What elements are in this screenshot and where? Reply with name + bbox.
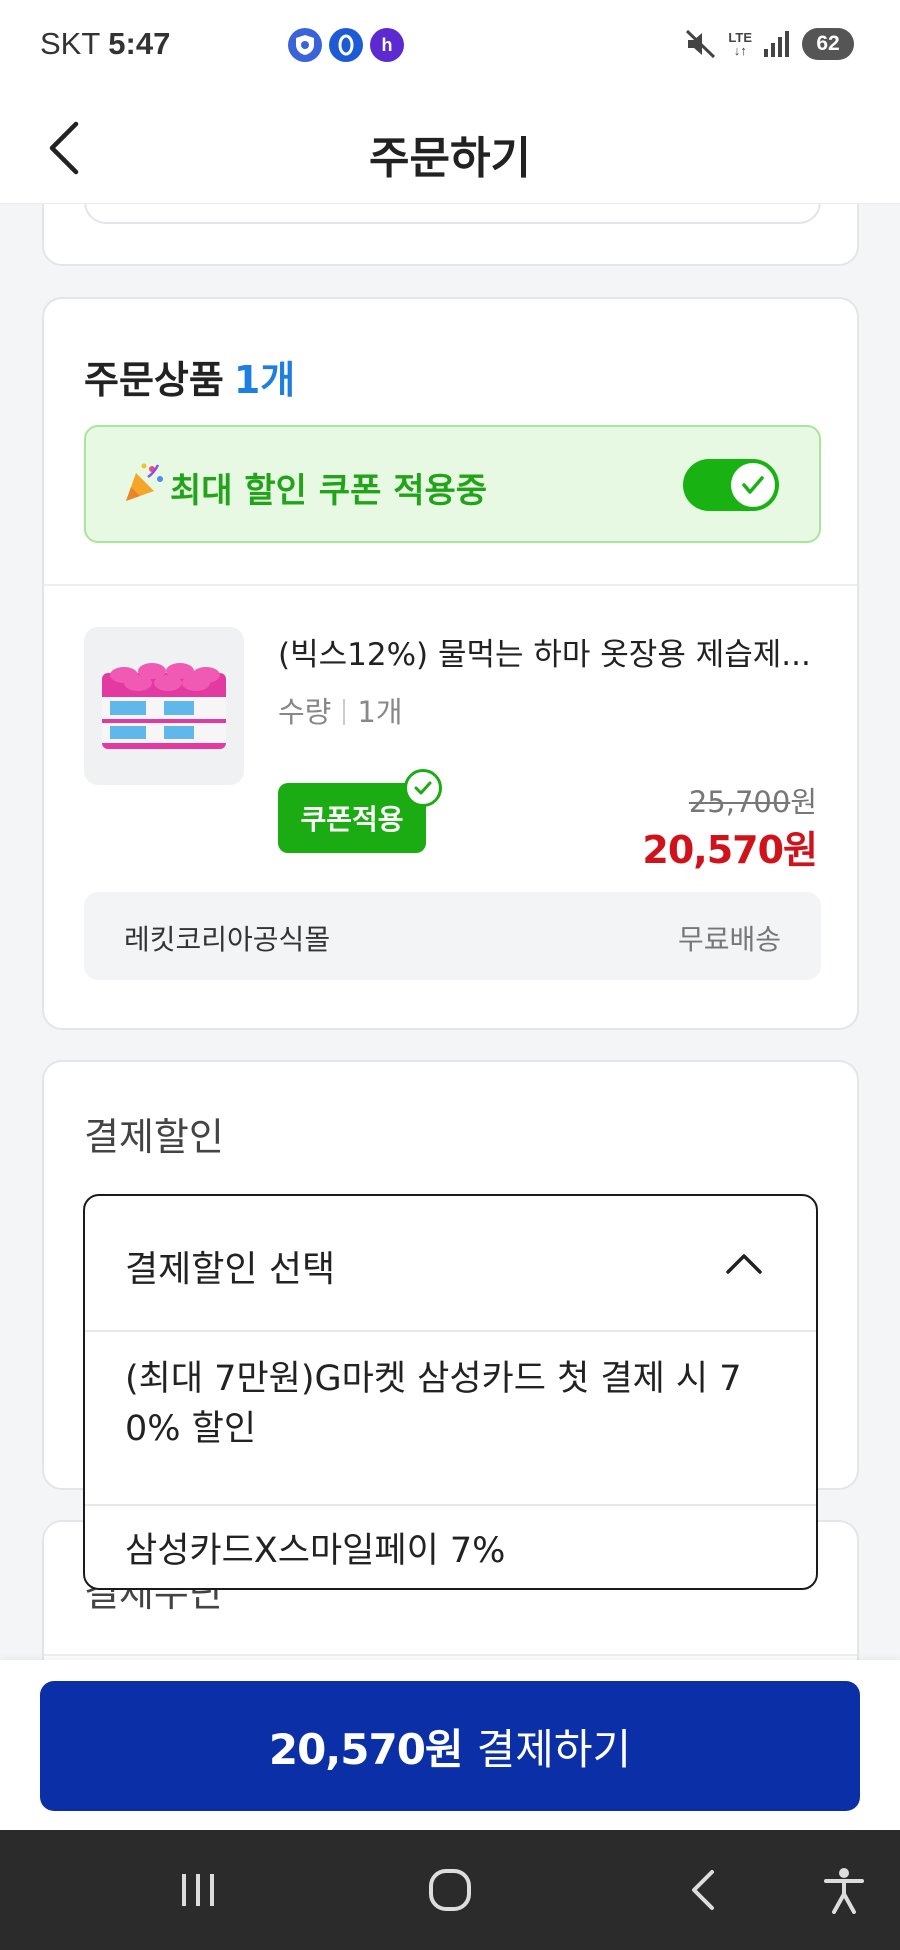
coupon-badge-label: 쿠폰적용	[300, 803, 404, 836]
party-popper-icon	[126, 463, 163, 501]
network-type: LTE ↓↑	[728, 31, 752, 57]
accessibility-icon	[824, 1868, 864, 1914]
bottom-action-area: 20,570원 결제하기	[0, 1660, 900, 1830]
order-items-card: 주문상품 1개 최대 할인 쿠폰 적용중 (빅스12%) 물먹는 하마 옷장용 …	[42, 297, 859, 1030]
order-items-title: 주문상품 1개	[84, 349, 295, 404]
product-image[interactable]	[84, 627, 244, 785]
original-price: 25,700원	[689, 779, 817, 821]
product-name[interactable]: (빅스12%) 물먹는 하마 옷장용 제습제...	[278, 629, 823, 674]
quantity-value: 1개	[357, 695, 403, 729]
accessibility-button[interactable]	[814, 1860, 874, 1920]
divider	[44, 584, 857, 586]
check-icon	[742, 476, 764, 494]
home-button[interactable]	[420, 1860, 480, 1920]
order-items-count: 1개	[233, 358, 296, 402]
payment-discount-title: 결제할인	[84, 1115, 224, 1159]
order-items-label: 주문상품	[84, 358, 224, 402]
coupon-banner-text: 최대 할인 쿠폰 적용중	[170, 471, 488, 511]
status-carrier: SKT 5:47	[40, 26, 170, 62]
signal-icon	[764, 31, 789, 57]
seller-name: 레킷코리아공식몰	[124, 923, 331, 956]
recent-apps-icon	[182, 1874, 214, 1906]
product-quantity: 수량 1개	[278, 689, 403, 731]
home-icon	[429, 1869, 471, 1911]
h-app-icon: h	[370, 28, 404, 62]
quantity-label: 수량	[278, 695, 332, 729]
original-price-value: 25,700	[688, 785, 791, 819]
shipping-info: 무료배송	[677, 923, 781, 956]
mute-icon	[686, 29, 716, 59]
status-indicators: LTE ↓↑ 62	[684, 28, 854, 60]
shield-app-icon	[288, 28, 322, 62]
dropdown-selected-label: 결제할인 선택	[125, 1249, 336, 1290]
status-time: 5:47	[108, 26, 171, 61]
pay-button[interactable]: 20,570원 결제하기	[40, 1681, 860, 1811]
status-app-icons: h	[288, 28, 404, 62]
coupon-toggle[interactable]	[683, 459, 779, 511]
recent-apps-button[interactable]	[168, 1860, 228, 1920]
discount-dropdown[interactable]: 결제할인 선택 (최대 7만원)G마켓 삼성카드 첫 결제 시 70% 할인 삼…	[83, 1194, 818, 1590]
dropdown-option[interactable]: 삼성카드X스마일페이 7%	[85, 1514, 816, 1588]
system-nav-bar	[0, 1830, 900, 1950]
back-nav-button[interactable]	[674, 1860, 734, 1920]
original-price-unit: 원	[790, 785, 817, 819]
badge-check-icon	[404, 769, 442, 807]
carrier-name: SKT	[40, 26, 101, 61]
seller-bar: 레킷코리아공식몰 무료배송	[84, 892, 821, 980]
pay-amount: 20,570원	[268, 1724, 464, 1774]
dropdown-header[interactable]: 결제할인 선택	[85, 1196, 816, 1332]
page-title: 주문하기	[369, 133, 531, 184]
quantity-separator	[343, 699, 346, 725]
status-bar: SKT 5:47 h LTE ↓↑ 62	[0, 0, 900, 92]
battery-indicator: 62	[802, 28, 854, 60]
dropdown-option[interactable]: (최대 7만원)G마켓 삼성카드 첫 결제 시 70% 할인	[85, 1354, 816, 1506]
app-header: 주문하기	[0, 92, 900, 204]
browser-app-icon	[329, 28, 363, 62]
back-arrow-icon	[692, 1870, 714, 1910]
toggle-knob	[731, 463, 775, 507]
final-price: 20,570원	[642, 828, 818, 872]
pay-button-label: 결제하기	[476, 1724, 632, 1774]
data-arrows-icon: ↓↑	[733, 43, 747, 58]
product-photo	[102, 663, 226, 749]
chevron-up-icon	[726, 1254, 762, 1274]
coupon-applied-badge[interactable]: 쿠폰적용	[278, 769, 442, 853]
coupon-banner[interactable]: 최대 할인 쿠폰 적용중	[84, 425, 821, 543]
divider	[44, 1654, 857, 1656]
